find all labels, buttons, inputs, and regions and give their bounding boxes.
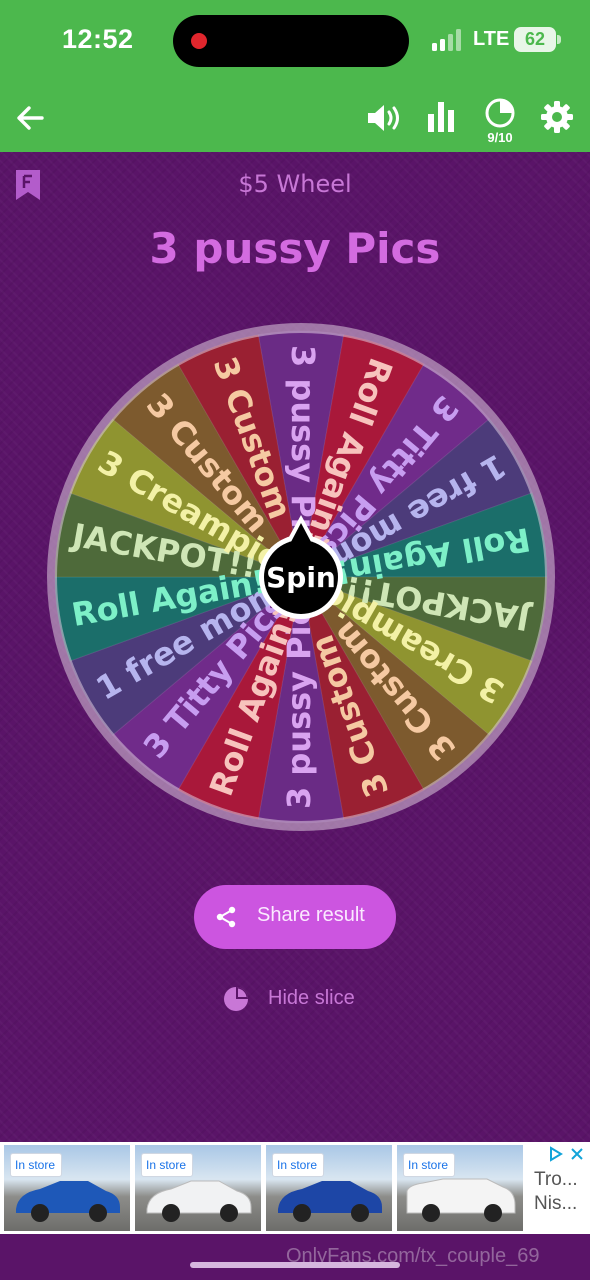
network-type: LTE: [473, 28, 510, 50]
ad-car-4[interactable]: In store: [397, 1145, 523, 1231]
home-indicator[interactable]: [190, 1262, 400, 1268]
battery-level: 62: [514, 27, 556, 52]
wheel-screen: $5 Wheel 3 pussy Pics 3 pussy Pics Roll A…: [0, 152, 590, 1142]
car-image: [146, 1180, 252, 1222]
share-icon: [216, 906, 236, 928]
pie-count: 9/10: [487, 130, 513, 145]
ad-text-line-1: Tro...: [534, 1169, 578, 1190]
in-store-badge: In store: [403, 1153, 456, 1177]
in-store-badge: In store: [10, 1153, 63, 1177]
in-store-badge: In store: [141, 1153, 194, 1177]
ad-text-line-2: Nis...: [534, 1193, 578, 1214]
volume-icon[interactable]: [364, 100, 404, 136]
share-result-button[interactable]: Share result: [194, 885, 396, 949]
pie-chart-icon: [485, 98, 515, 128]
battery-cap-icon: [557, 35, 561, 44]
back-arrow-icon[interactable]: [12, 100, 48, 136]
adchoices-icon[interactable]: [548, 1146, 586, 1162]
signal-icon: [432, 29, 461, 51]
dynamic-island: [173, 15, 409, 67]
pie-slice-icon: [224, 987, 248, 1011]
ad-car-2[interactable]: In store: [135, 1145, 261, 1231]
ad-text[interactable]: Tro... Nis...: [534, 1168, 590, 1216]
pie-chart-button[interactable]: 9/10: [480, 96, 520, 146]
bar-chart-icon[interactable]: [424, 98, 460, 134]
wheel-name: $5 Wheel: [238, 170, 352, 198]
ad-car-3[interactable]: In store: [266, 1145, 392, 1231]
status-bar: 12:52 LTE 62: [0, 0, 590, 90]
wheel[interactable]: 3 pussy Pics Roll Again! 3 Titty Pics 1 fre…: [44, 320, 558, 834]
ad-car-1[interactable]: In store: [4, 1145, 130, 1231]
spin-label: Spin: [266, 561, 336, 594]
car-image: [406, 1178, 516, 1222]
recording-dot-icon: [191, 33, 207, 49]
hide-slice-button[interactable]: Hide slice: [222, 984, 372, 1014]
hide-slice-label: Hide slice: [268, 987, 355, 1009]
in-store-badge: In store: [272, 1153, 325, 1177]
gear-icon[interactable]: [538, 98, 576, 136]
car-image: [278, 1181, 382, 1222]
car-image: [16, 1181, 120, 1222]
wheel-svg[interactable]: 3 pussy PicsRoll Again!3 Titty Pics1 fre…: [44, 320, 558, 834]
bottom-area: OnlyFans.com/tx_couple_69: [0, 1234, 590, 1280]
share-result-label: Share result: [257, 904, 365, 926]
spin-result: 3 pussy Pics: [149, 224, 441, 273]
app-bar: 9/10: [0, 90, 590, 152]
ad-banner[interactable]: In store In store In store In store Tro.…: [0, 1142, 590, 1234]
clock: 12:52: [62, 24, 134, 54]
